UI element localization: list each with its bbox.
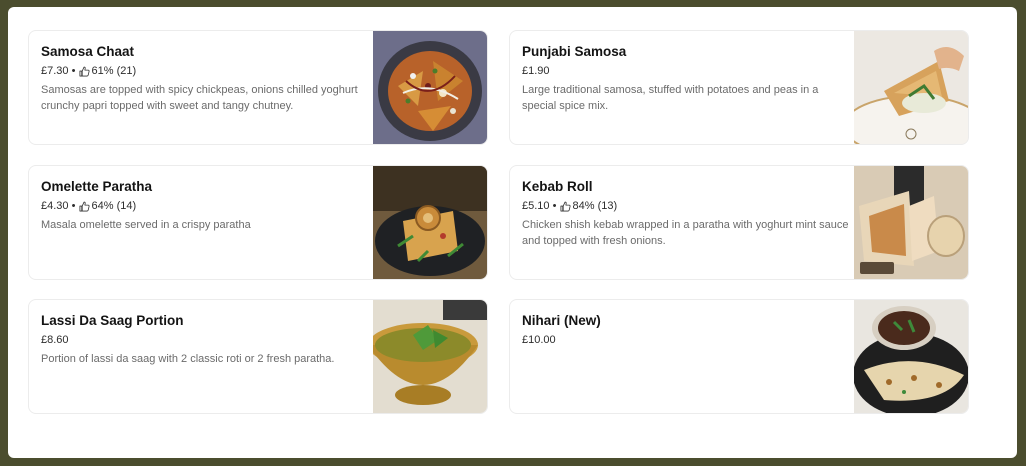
menu-item-name: Samosa Chaat bbox=[41, 44, 135, 59]
menu-item-name: Nihari (New) bbox=[522, 313, 601, 328]
menu-item-reviews: (14) bbox=[116, 200, 137, 212]
menu-item-description: Samosas are topped with spicy chickpeas,… bbox=[41, 84, 358, 112]
menu-item-price: £10.00 bbox=[522, 334, 556, 346]
menu-item-price: £8.60 bbox=[41, 334, 69, 346]
menu-item-card[interactable]: Samosa Chaat £7.30 • 61% (21) Samosas ar… bbox=[28, 30, 488, 145]
menu-item-name: Kebab Roll bbox=[522, 179, 593, 194]
menu-item-text: Lassi Da Saag Portion £8.60 Portion of l… bbox=[41, 312, 371, 367]
menu-item-rating: 84% bbox=[572, 200, 595, 212]
menu-item-card[interactable]: Omelette Paratha £4.30 • 64% (14) Masala… bbox=[28, 165, 488, 280]
menu-item-meta: £1.90 bbox=[522, 64, 852, 78]
thumbs-up-icon bbox=[79, 66, 90, 76]
menu-item-rating: 61% bbox=[91, 65, 114, 77]
thumbs-up-icon bbox=[79, 201, 90, 211]
meta-separator: • bbox=[549, 200, 560, 212]
samosa-chaat-image bbox=[373, 31, 487, 144]
menu-item-text: Samosa Chaat £7.30 • 61% (21) Samosas ar… bbox=[41, 43, 371, 114]
menu-item-price: £4.30 bbox=[41, 200, 69, 212]
thumbs-up-icon bbox=[560, 201, 571, 211]
menu-panel: Samosa Chaat £7.30 • 61% (21) Samosas ar… bbox=[8, 7, 1017, 458]
menu-item-meta: £7.30 • 61% (21) bbox=[41, 64, 371, 78]
menu-item-text: Punjabi Samosa £1.90 Large traditional s… bbox=[522, 43, 852, 114]
menu-item-description: Chicken shish kebab wrapped in a paratha… bbox=[522, 219, 849, 247]
menu-item-description: Portion of lassi da saag with 2 classic … bbox=[41, 353, 335, 365]
menu-item-meta: £10.00 bbox=[522, 333, 852, 347]
menu-item-text: Omelette Paratha £4.30 • 64% (14) Masala… bbox=[41, 178, 371, 233]
menu-item-card[interactable]: Nihari (New) £10.00 bbox=[509, 299, 969, 414]
menu-item-name: Omelette Paratha bbox=[41, 179, 153, 194]
kebab-roll-image bbox=[854, 166, 968, 279]
menu-item-card[interactable]: Punjabi Samosa £1.90 Large traditional s… bbox=[509, 30, 969, 145]
menu-item-card[interactable]: Kebab Roll £5.10 • 84% (13) Chicken shis… bbox=[509, 165, 969, 280]
menu-item-reviews: (13) bbox=[597, 200, 618, 212]
nihari-image bbox=[854, 300, 968, 413]
menu-item-reviews: (21) bbox=[116, 65, 137, 77]
menu-item-rating: 64% bbox=[91, 200, 114, 212]
menu-item-name: Punjabi Samosa bbox=[522, 44, 627, 59]
meta-separator: • bbox=[68, 200, 79, 212]
menu-item-price: £7.30 bbox=[41, 65, 69, 77]
menu-item-description: Large traditional samosa, stuffed with p… bbox=[522, 84, 819, 112]
menu-item-meta: £4.30 • 64% (14) bbox=[41, 199, 371, 213]
menu-item-meta: £5.10 • 84% (13) bbox=[522, 199, 852, 213]
menu-item-price: £5.10 bbox=[522, 200, 550, 212]
menu-item-description: Masala omelette served in a crispy parat… bbox=[41, 219, 251, 231]
lassi-da-saag-image bbox=[373, 300, 487, 413]
meta-separator: • bbox=[68, 65, 79, 77]
menu-item-meta: £8.60 bbox=[41, 333, 371, 347]
menu-item-card[interactable]: Lassi Da Saag Portion £8.60 Portion of l… bbox=[28, 299, 488, 414]
menu-item-price: £1.90 bbox=[522, 65, 550, 77]
menu-item-text: Nihari (New) £10.00 bbox=[522, 312, 852, 347]
omelette-paratha-image bbox=[373, 166, 487, 279]
menu-item-text: Kebab Roll £5.10 • 84% (13) Chicken shis… bbox=[522, 178, 852, 249]
menu-item-name: Lassi Da Saag Portion bbox=[41, 313, 184, 328]
punjabi-samosa-image bbox=[854, 31, 968, 144]
